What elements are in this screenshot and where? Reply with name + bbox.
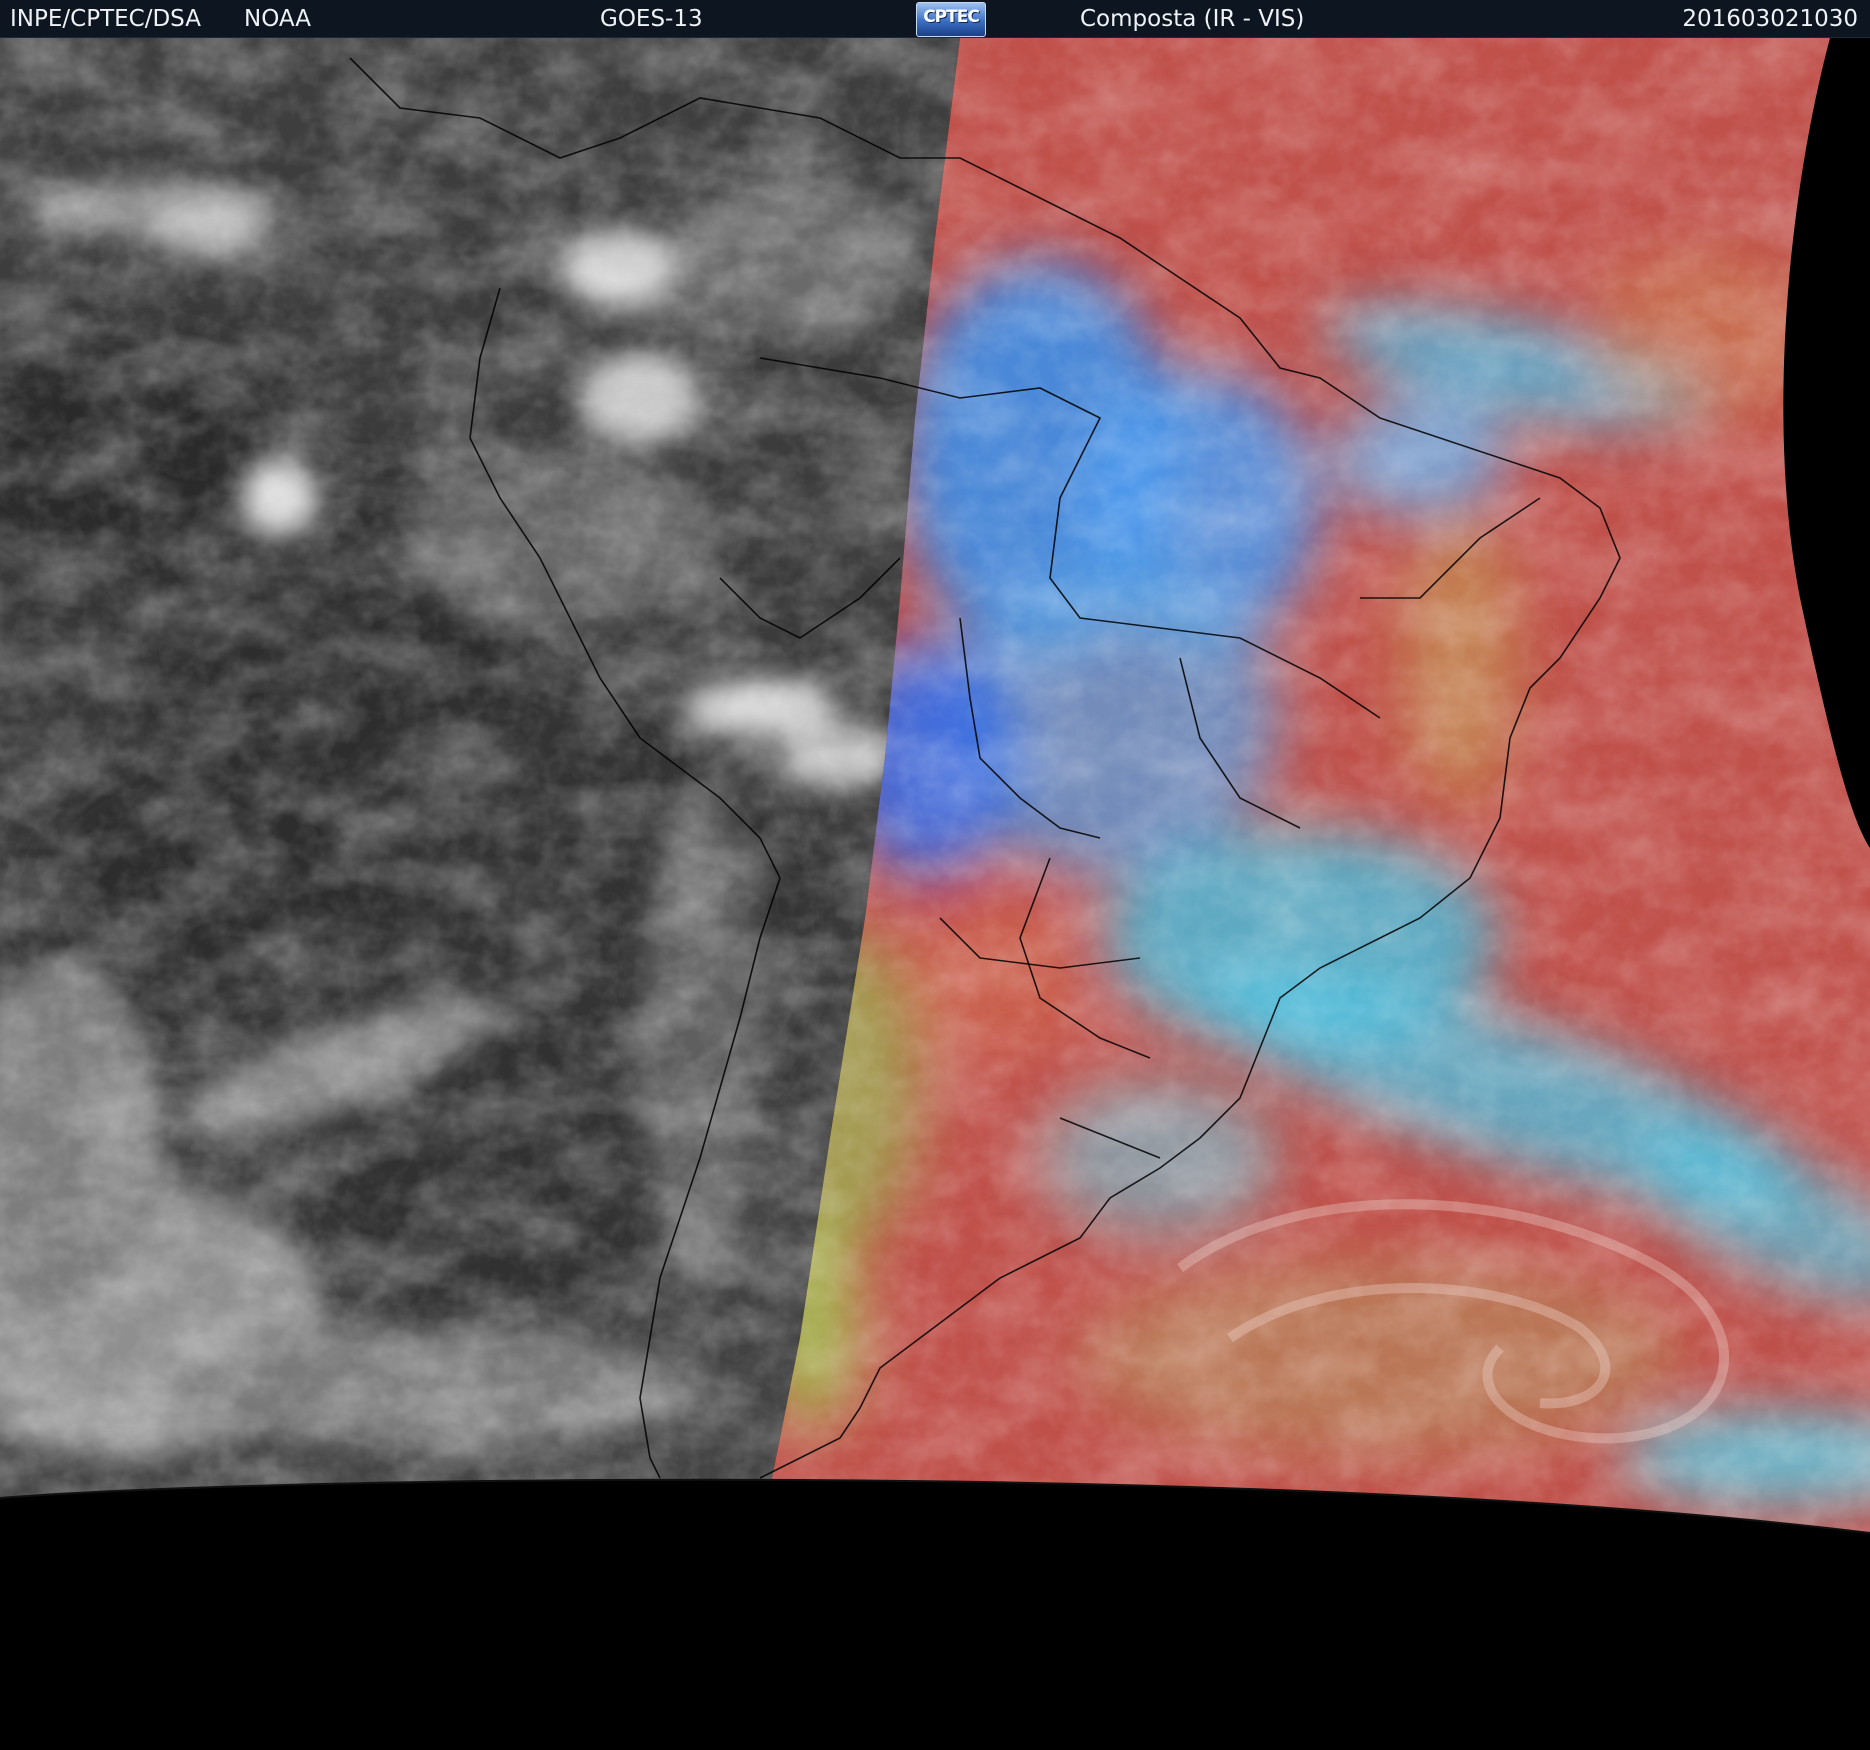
- logo-text: CPTEC: [923, 7, 980, 27]
- satellite-imagery: [0, 38, 1870, 1750]
- header-bar: INPE/CPTEC/DSA NOAA GOES-13 CPTEC Compos…: [0, 0, 1870, 38]
- cptec-logo: CPTEC: [916, 2, 986, 37]
- product-label: Composta (IR - VIS): [1080, 6, 1305, 32]
- satellite-label: GOES-13: [600, 6, 703, 32]
- timestamp-label: 201603021030: [1682, 6, 1858, 32]
- satellite-image-frame: INPE/CPTEC/DSA NOAA GOES-13 CPTEC Compos…: [0, 0, 1870, 1750]
- agency-label: NOAA: [244, 6, 312, 32]
- organization-label: INPE/CPTEC/DSA: [10, 6, 201, 32]
